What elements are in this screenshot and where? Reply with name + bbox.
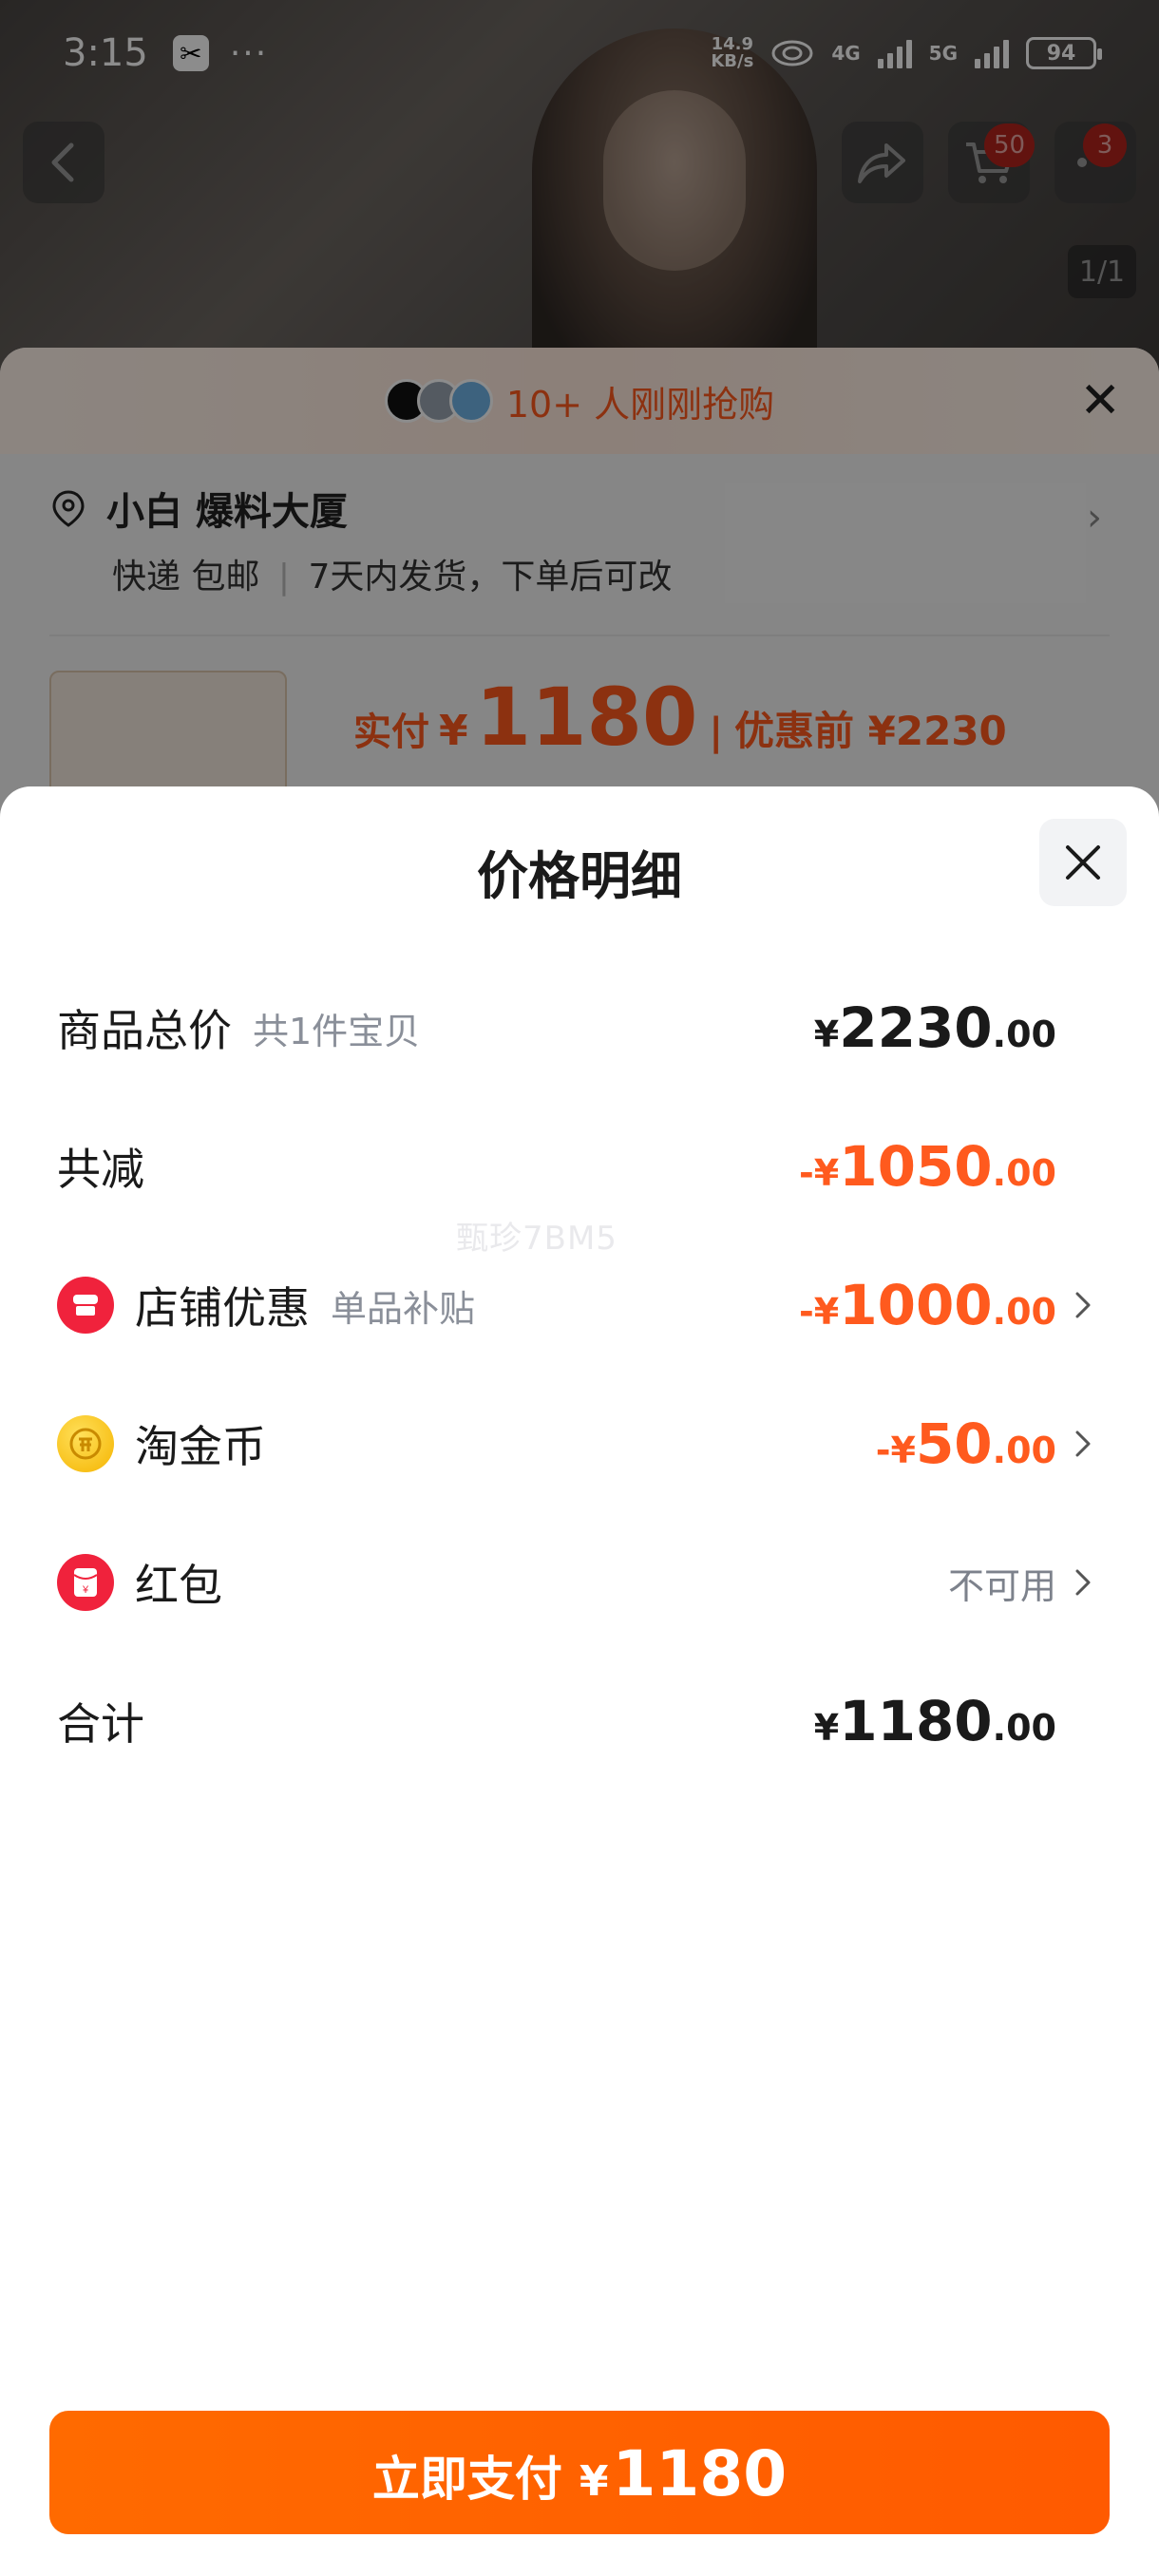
network-4g-label: 4G xyxy=(831,42,861,65)
row-label: 店铺优惠 xyxy=(135,1282,310,1334)
gold-coin-icon xyxy=(57,1415,114,1472)
buyer-avatars xyxy=(384,379,493,423)
row-label: 红包 xyxy=(135,1560,222,1611)
row-sublabel: 单品补贴 xyxy=(331,1287,476,1330)
total-price-value: ¥ 2230 .00 xyxy=(813,995,1056,1060)
price-detail-sheet: 价格明细 甄珍7BM5 商品总价 共1件宝贝 ¥ 2230 .00 共减 -¥ … xyxy=(0,786,1159,2576)
svg-text:¥: ¥ xyxy=(82,1584,89,1596)
row-label: 商品总价 xyxy=(57,1005,232,1056)
close-icon[interactable]: ✕ xyxy=(1079,376,1121,426)
share-icon xyxy=(858,143,905,183)
shop-discount-value: -¥ 1000 .00 xyxy=(799,1273,1056,1337)
coins-value: -¥ 50 .00 xyxy=(875,1411,1056,1476)
location-pin-icon xyxy=(52,490,85,527)
row-total-reduction: 共减 -¥ 1050 .00 xyxy=(0,1119,1159,1214)
hd-call-icon xyxy=(771,40,813,66)
pay-now-button[interactable]: 立即支付 ¥ 1180 xyxy=(49,2411,1110,2534)
row-shop-discount[interactable]: 店铺优惠 单品补贴 -¥ 1000 .00 xyxy=(0,1258,1159,1353)
buyers-banner: 10+ 人刚刚抢购 ✕ xyxy=(0,348,1159,454)
row-label: 合计 xyxy=(57,1698,144,1750)
chevron-right-icon xyxy=(1064,1430,1102,1458)
cart-count-badge: 50 xyxy=(984,123,1036,167)
row-label: 共减 xyxy=(57,1144,144,1195)
network-5g-label: 5G xyxy=(928,42,958,65)
status-more-icon: ··· xyxy=(229,33,269,73)
image-counter: 1/1 xyxy=(1068,245,1136,298)
red-packet-status: 不可用 xyxy=(947,1564,1056,1607)
chevron-right-icon: › xyxy=(1087,496,1102,540)
message-count-badge: 3 xyxy=(1083,123,1127,167)
red-packet-icon: ¥ xyxy=(57,1554,114,1611)
close-button[interactable] xyxy=(1039,819,1127,906)
shipping-note: 7天内发货，下单后可改 xyxy=(308,558,673,597)
shipping-divider: | xyxy=(277,558,291,597)
status-time: 3:15 xyxy=(63,31,148,75)
watermark: 甄珍7BM5 xyxy=(456,1220,618,1258)
share-button[interactable] xyxy=(842,122,923,203)
net-speed: 14.9 KB/s xyxy=(711,34,754,71)
model-face xyxy=(603,90,746,271)
close-icon xyxy=(1066,845,1100,880)
reduction-value: -¥ 1050 .00 xyxy=(799,1134,1056,1199)
row-total-price: 商品总价 共1件宝贝 ¥ 2230 .00 xyxy=(0,980,1159,1075)
pay-button-label: 立即支付 xyxy=(371,2452,562,2507)
row-sublabel: 共1件宝贝 xyxy=(253,1010,421,1052)
back-arrow-icon xyxy=(51,142,74,182)
signal-4g-icon xyxy=(877,38,912,68)
buyers-banner-text: 10+ 人刚刚抢购 xyxy=(505,383,775,426)
capcut-icon: ✂ xyxy=(172,35,209,71)
shipping-method: 快递 包邮 xyxy=(112,558,260,597)
shipping-info: 快递 包邮 | 7天内发货，下单后可改 xyxy=(112,549,1110,598)
row-red-packet[interactable]: ¥ 红包 不可用 xyxy=(0,1535,1159,1630)
row-sum: 合计 ¥ 1180 .00 xyxy=(0,1674,1159,1769)
row-label: 淘金币 xyxy=(135,1421,266,1472)
chevron-right-icon xyxy=(1064,1291,1102,1319)
avatar xyxy=(448,379,493,423)
status-right: 14.9 KB/s 4G 5G 94 xyxy=(711,34,1102,71)
signal-5g-icon xyxy=(975,38,1009,68)
back-button[interactable] xyxy=(23,122,104,203)
pay-button-yen: ¥ xyxy=(579,2457,609,2506)
sum-value: ¥ 1180 .00 xyxy=(813,1689,1056,1753)
address-section[interactable]: 小白 爆料大厦 快递 包邮 | 7天内发货，下单后可改 › xyxy=(0,454,1159,625)
sheet-title: 价格明细 xyxy=(477,846,682,906)
pay-button-amount: 1180 xyxy=(612,2437,788,2510)
page: 3:15 ✂ ··· 14.9 KB/s 4G 5G 94 50 3 1/1 1… xyxy=(0,0,1159,2576)
row-taojinbi[interactable]: 淘金币 -¥ 50 .00 xyxy=(0,1396,1159,1491)
address-name: 小白 爆料大厦 xyxy=(106,490,348,534)
battery-icon: 94 xyxy=(1026,37,1102,69)
shop-icon xyxy=(57,1277,114,1334)
chevron-right-icon xyxy=(1064,1568,1102,1597)
status-bar: 3:15 ✂ ··· 14.9 KB/s 4G 5G 94 xyxy=(0,0,1159,106)
